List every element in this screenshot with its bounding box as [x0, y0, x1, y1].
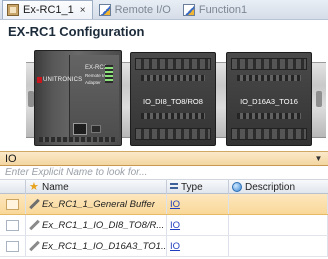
tab-label: Function1: [198, 4, 248, 16]
type-link[interactable]: IO: [170, 199, 180, 210]
edit-icon: [182, 4, 195, 16]
row-selector[interactable]: [0, 215, 26, 235]
rail-slot: [316, 91, 322, 107]
name-cell[interactable]: Ex_RC1_1_IO_DI8_TO8/R...: [26, 215, 167, 235]
filter-value: IO: [5, 152, 17, 165]
tab-ex-rc1[interactable]: Ex-RC1_1 ×: [2, 0, 93, 19]
operand-name: Ex_RC1_1_IO_D16A3_TO1...: [41, 240, 166, 252]
column-label: Type: [181, 181, 203, 193]
operand-filter-dropdown[interactable]: IO ▼: [0, 151, 328, 166]
name-search: [0, 166, 328, 180]
module-leds: [141, 113, 205, 119]
type-cell: IO: [167, 194, 229, 214]
type-link[interactable]: IO: [170, 241, 180, 252]
column-label: Description: [245, 181, 296, 193]
module-label: IO_DI8_TO8/RO8: [143, 97, 203, 106]
tab-function1[interactable]: Function1: [179, 1, 253, 19]
type-link[interactable]: IO: [170, 220, 180, 231]
config-title: EX-RC1 Configuration: [8, 24, 145, 39]
grid-header: ★ Name Type Description: [0, 180, 328, 194]
type-cell: IO: [167, 236, 229, 256]
type-icon: [170, 183, 178, 191]
module-label: IO_D16A3_TO16: [240, 97, 298, 106]
terminal-block: [135, 128, 211, 140]
row-selector-box: [6, 198, 19, 210]
ethernet-port-icon: [73, 123, 87, 135]
tab-remote-io[interactable]: Remote I/O: [95, 1, 177, 19]
description-cell[interactable]: [229, 236, 328, 256]
adapter-model-line1: EX-RC1: [85, 65, 108, 71]
close-icon[interactable]: ×: [80, 5, 86, 16]
rack-icon: [7, 4, 19, 16]
chevron-down-icon[interactable]: ▼: [314, 155, 323, 163]
table-row[interactable]: Ex_RC1_1_General Buffer IO: [0, 194, 328, 215]
table-row[interactable]: Ex_RC1_1_IO_DI8_TO8/R... IO: [0, 215, 328, 236]
adapter-model: EX-RC1 Remote I/O Adapter: [85, 65, 121, 86]
module-leds: [237, 113, 301, 119]
description-icon: [232, 182, 242, 192]
adapter-brand: UNITRONICS: [43, 77, 83, 83]
name-cell[interactable]: Ex_RC1_1_IO_D16A3_TO1...: [26, 236, 167, 256]
column-header-selector[interactable]: [0, 180, 26, 194]
row-selector[interactable]: [0, 194, 26, 214]
tab-label: Remote I/O: [114, 4, 171, 16]
operand-name: Ex_RC1_1_IO_DI8_TO8/R...: [42, 219, 165, 231]
io-module-d16a3-to16[interactable]: IO_D16A3_TO16: [226, 52, 312, 146]
pencil-icon: [29, 220, 39, 230]
power-port-icon: [91, 125, 101, 133]
search-input[interactable]: [5, 167, 305, 178]
column-label: Name: [42, 181, 69, 193]
terminal-block: [231, 128, 307, 140]
document-tab-strip: Ex-RC1_1 × Remote I/O Function1: [0, 0, 328, 20]
description-cell[interactable]: [229, 215, 328, 235]
pencil-icon: [29, 241, 39, 251]
terminal-block: [135, 58, 211, 70]
table-row[interactable]: Ex_RC1_1_IO_D16A3_TO1... IO: [0, 236, 328, 257]
row-selector[interactable]: [0, 236, 26, 256]
configuration-panel: EX-RC1 Configuration UNITRONICS EX-RC1 R…: [0, 20, 328, 151]
row-selector-box: [6, 240, 19, 252]
terminal-block: [231, 58, 307, 70]
name-cell[interactable]: Ex_RC1_1_General Buffer: [26, 194, 167, 214]
description-cell[interactable]: [229, 194, 328, 214]
adapter-model-line2: Remote I/O Adapter: [85, 73, 109, 85]
module-leds: [237, 75, 301, 81]
module-leds: [141, 75, 205, 81]
pencil-icon: [29, 199, 39, 209]
operand-name: Ex_RC1_1_General Buffer: [42, 198, 156, 210]
edit-icon: [98, 4, 111, 16]
column-header-type[interactable]: Type: [167, 180, 229, 194]
column-header-name[interactable]: ★ Name: [26, 180, 167, 194]
io-module-di8-to8-ro8[interactable]: IO_DI8_TO8/RO8: [130, 52, 216, 146]
operands-grid: ★ Name Type Description Ex_RC1_1_General…: [0, 180, 328, 259]
ex-rc1-adapter-module[interactable]: UNITRONICS EX-RC1 Remote I/O Adapter: [34, 50, 122, 146]
type-cell: IO: [167, 215, 229, 235]
status-leds: [105, 65, 113, 83]
row-selector-box: [6, 219, 19, 231]
tab-label: Ex-RC1_1: [23, 4, 74, 16]
terminal-strip: [39, 137, 115, 142]
column-header-description[interactable]: Description: [229, 180, 328, 194]
star-icon: ★: [29, 181, 39, 193]
unitronics-logo-icon: [37, 77, 42, 83]
